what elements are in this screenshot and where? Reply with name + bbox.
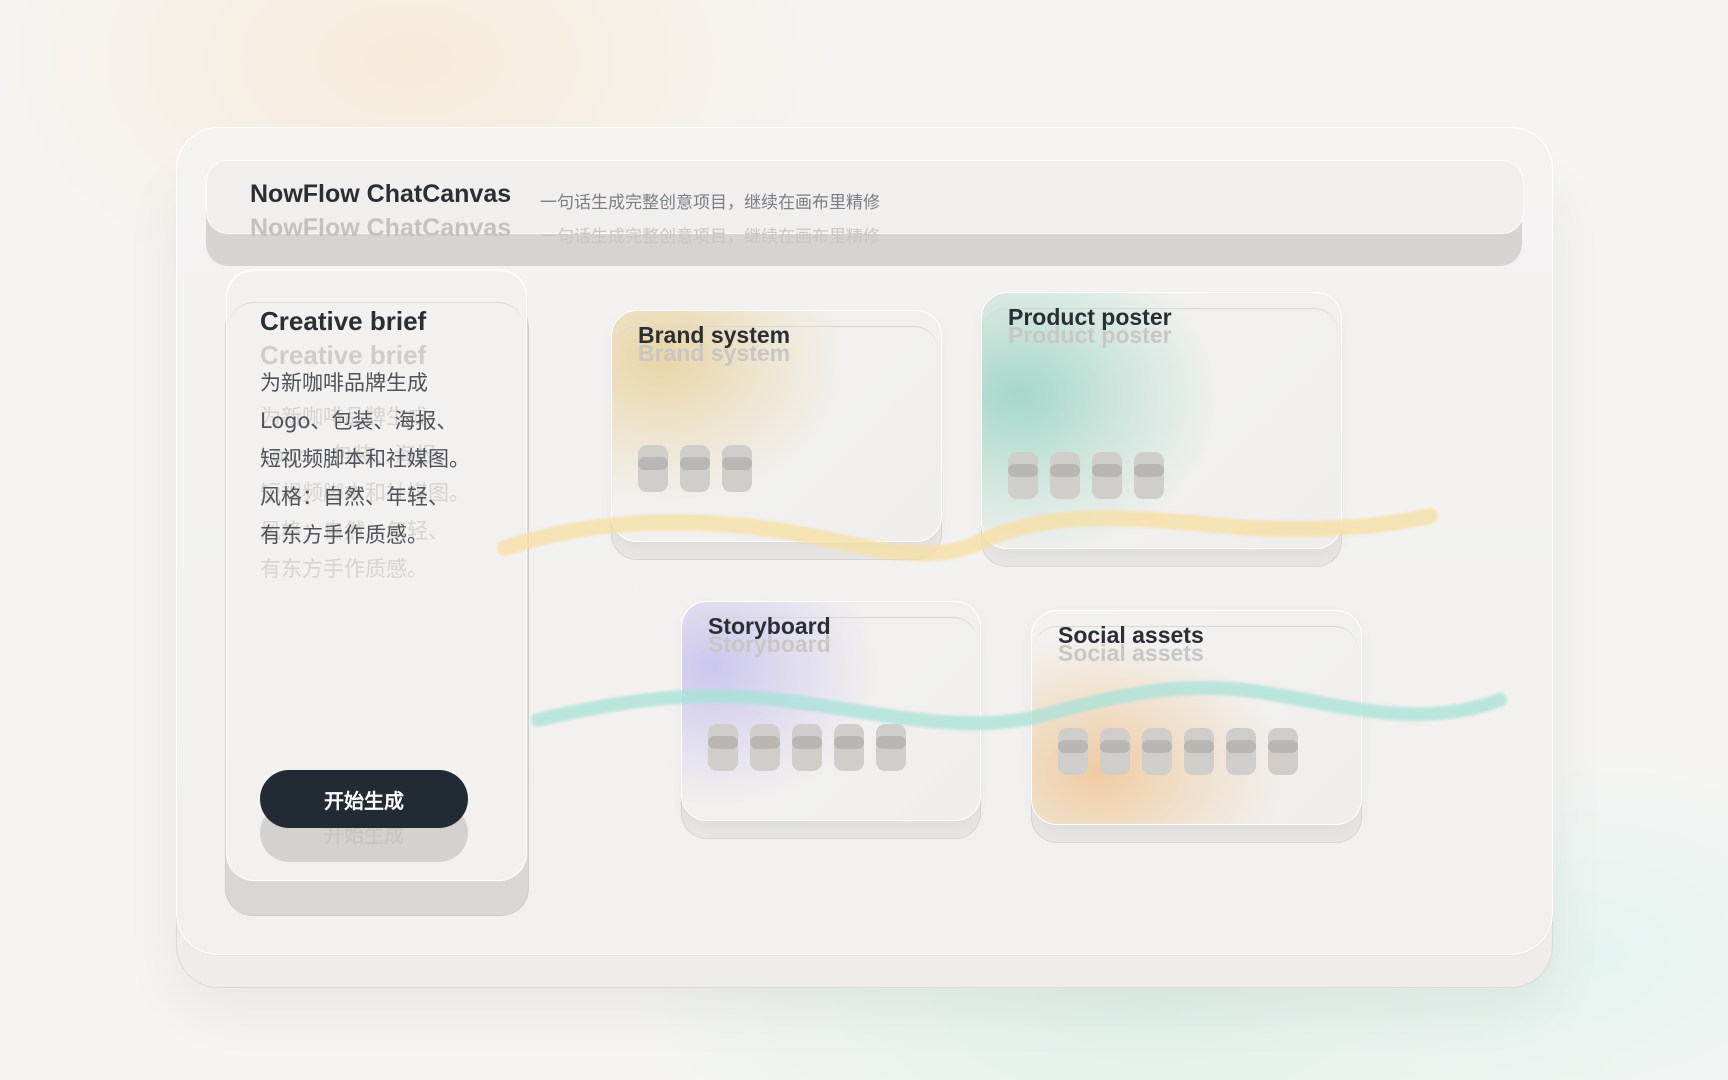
social-assets-asset-chip[interactable] xyxy=(1142,728,1172,775)
app-title: NowFlow ChatCanvas xyxy=(250,180,512,208)
brief-title: Creative brief xyxy=(260,306,427,336)
brand-system-asset-chip[interactable] xyxy=(680,445,710,492)
product-poster-asset-chip[interactable] xyxy=(1008,452,1038,499)
product-poster-asset-chip[interactable] xyxy=(1092,452,1122,499)
brand-system-asset-chip[interactable] xyxy=(638,445,668,492)
app-subtitle-reflection: 一句话生成完整创意项目，继续在画布里精修 xyxy=(540,227,880,246)
storyboard-title: Storyboard xyxy=(708,613,831,639)
product-poster-title: Product poster xyxy=(1008,304,1172,330)
start-generate-button[interactable]: 开始生成 xyxy=(260,770,468,828)
product-poster-asset-chip[interactable] xyxy=(1134,452,1164,499)
social-assets-asset-chip[interactable] xyxy=(1100,728,1130,775)
social-assets-asset-chip[interactable] xyxy=(1184,728,1214,775)
app-subtitle: 一句话生成完整创意项目，继续在画布里精修 xyxy=(540,193,880,212)
social-assets-asset-chip[interactable] xyxy=(1226,728,1256,775)
storyboard-asset-chip[interactable] xyxy=(834,724,864,771)
storyboard-asset-chip[interactable] xyxy=(708,724,738,771)
brand-system-asset-chip[interactable] xyxy=(722,445,752,492)
storyboard-asset-chip[interactable] xyxy=(792,724,822,771)
brief-text[interactable]: 为新咖啡品牌生成 Logo、包装、海报、 短视频脚本和社媒图。 风格：自然、年轻… xyxy=(260,364,500,554)
social-assets-asset-chip[interactable] xyxy=(1268,728,1298,775)
storyboard-asset-chip[interactable] xyxy=(750,724,780,771)
brand-system-title: Brand system xyxy=(638,322,791,348)
product-poster-asset-chip[interactable] xyxy=(1050,452,1080,499)
app-title-reflection: NowFlow ChatCanvas xyxy=(250,214,512,242)
social-assets-title: Social assets xyxy=(1058,622,1204,648)
social-assets-asset-chip[interactable] xyxy=(1058,728,1088,775)
storyboard-asset-chip[interactable] xyxy=(876,724,906,771)
